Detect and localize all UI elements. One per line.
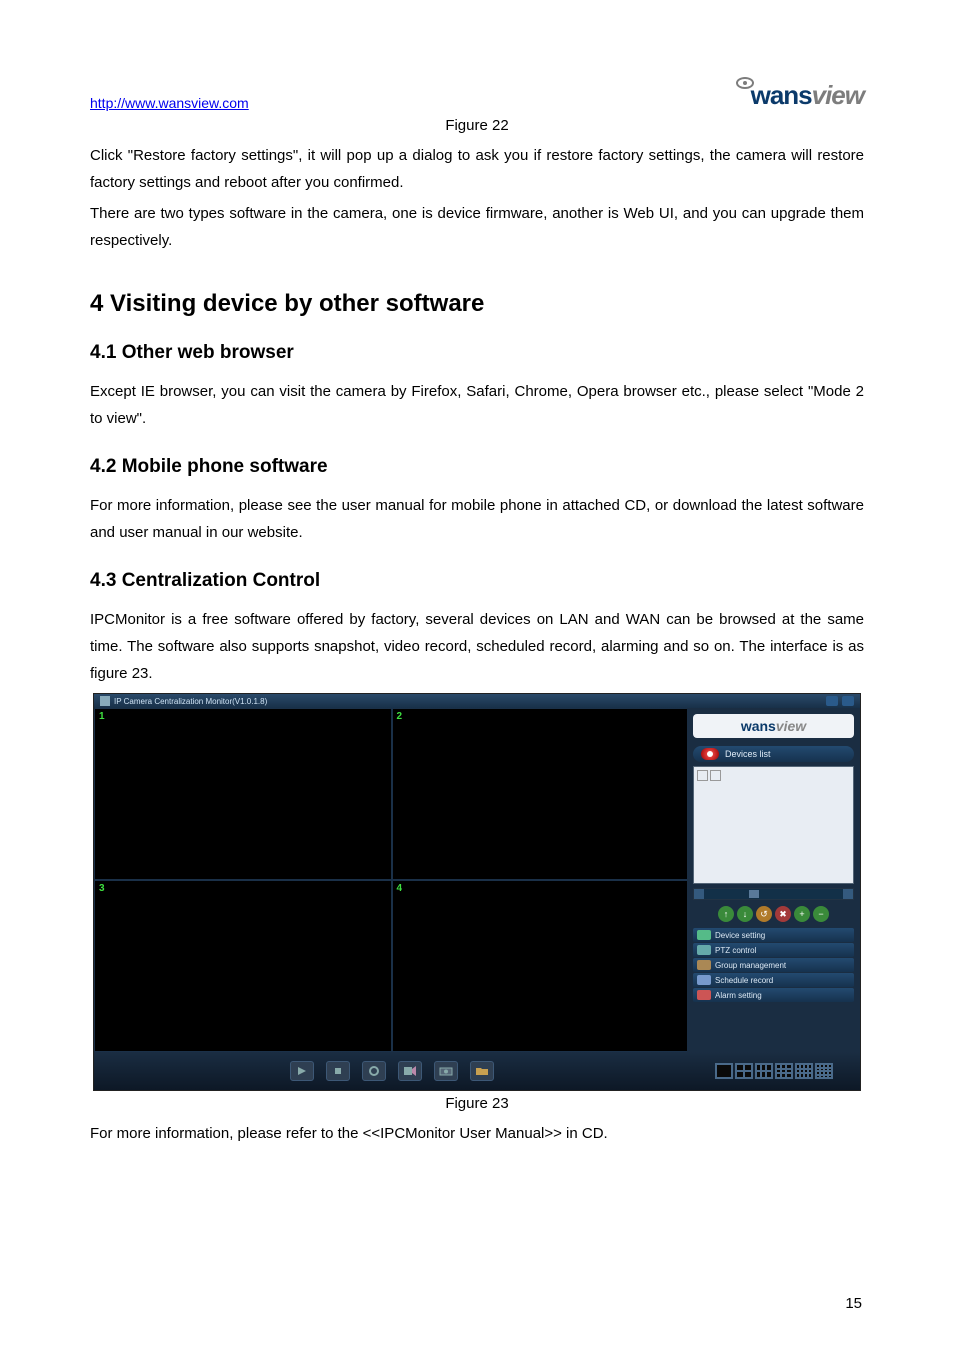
accordion-label: Device setting — [715, 931, 765, 940]
ptz-button-row: ↑↓↺✖+− — [693, 906, 854, 922]
bottom-toolbar — [94, 1052, 689, 1090]
accordion-ptz-control[interactable]: PTZ control — [693, 943, 854, 957]
video-cell-3[interactable]: 3 — [94, 880, 392, 1052]
accordion-label: PTZ control — [715, 946, 756, 955]
paragraph-restore: Click "Restore factory settings", it wil… — [90, 142, 864, 196]
figure-22-caption: Figure 22 — [90, 117, 864, 134]
accordion-icon — [697, 975, 711, 985]
accordion-icon — [697, 945, 711, 955]
eye-icon — [736, 77, 754, 89]
snapshot-icon[interactable] — [434, 1061, 458, 1081]
accordion-group-management[interactable]: Group management — [693, 958, 854, 972]
tree-node-icon — [697, 770, 708, 781]
accordion-icon — [697, 930, 711, 940]
section-4-3-heading: 4.3 Centralization Control — [90, 570, 864, 592]
video-grid: 1 2 3 4 — [94, 708, 689, 1052]
scroll-thumb[interactable] — [749, 890, 759, 898]
layout-4-button[interactable] — [735, 1063, 753, 1079]
section-4-heading: 4 Visiting device by other software — [90, 290, 864, 318]
scrollbar[interactable] — [693, 888, 854, 900]
app-title: IP Camera Centralization Monitor(V1.0.1.… — [114, 697, 267, 706]
sidebar-logo: wansview — [693, 714, 854, 738]
accordion-label: Schedule record — [715, 976, 773, 985]
camera-icon — [701, 748, 719, 760]
accordion-icon — [697, 960, 711, 970]
para-4-2: For more information, please see the use… — [90, 492, 864, 546]
scroll-left-icon[interactable] — [694, 889, 704, 899]
para-4-1: Except IE browser, you can visit the cam… — [90, 378, 864, 432]
brand-logo: wansview — [736, 80, 864, 111]
section-4-1-heading: 4.1 Other web browser — [90, 342, 864, 364]
layout-12-button[interactable] — [795, 1063, 813, 1079]
ptz-button-3[interactable]: ✖ — [775, 906, 791, 922]
figure-23-caption: Figure 23 — [90, 1095, 864, 1112]
video-cell-1[interactable]: 1 — [94, 708, 392, 880]
ptz-button-1[interactable]: ↓ — [737, 906, 753, 922]
record-icon[interactable] — [398, 1061, 422, 1081]
ptz-button-4[interactable]: + — [794, 906, 810, 922]
page-number: 15 — [845, 1295, 862, 1312]
close-button[interactable] — [842, 696, 854, 706]
accordion-label: Alarm setting — [715, 991, 762, 1000]
stop-icon[interactable] — [326, 1061, 350, 1081]
layout-6-button[interactable] — [755, 1063, 773, 1079]
accordion-label: Group management — [715, 961, 786, 970]
scroll-right-icon[interactable] — [843, 889, 853, 899]
settings-icon[interactable] — [362, 1061, 386, 1081]
tree-node-icon — [710, 770, 721, 781]
ipcmonitor-screenshot: IP Camera Centralization Monitor(V1.0.1.… — [93, 693, 861, 1091]
layout-1-button[interactable] — [715, 1063, 733, 1079]
video-cell-4[interactable]: 4 — [392, 880, 690, 1052]
accordion-icon — [697, 990, 711, 1000]
play-icon[interactable] — [290, 1061, 314, 1081]
layout-toolbar — [687, 1052, 860, 1090]
layout-16-button[interactable] — [815, 1063, 833, 1079]
accordion-schedule-record[interactable]: Schedule record — [693, 973, 854, 987]
app-titlebar: IP Camera Centralization Monitor(V1.0.1.… — [94, 694, 860, 708]
section-4-2-heading: 4.2 Mobile phone software — [90, 456, 864, 478]
header-link[interactable]: http://www.wansview.com — [90, 95, 249, 111]
ptz-button-0[interactable]: ↑ — [718, 906, 734, 922]
para-after-fig23: For more information, please refer to th… — [90, 1120, 864, 1147]
paragraph-firmware: There are two types software in the came… — [90, 200, 864, 254]
ptz-button-5[interactable]: − — [813, 906, 829, 922]
video-cell-2[interactable]: 2 — [392, 708, 690, 880]
app-sidebar: wansview Devices list ↑↓↺✖+− Device sett… — [687, 708, 860, 1052]
ptz-button-2[interactable]: ↺ — [756, 906, 772, 922]
accordion-device-setting[interactable]: Device setting — [693, 928, 854, 942]
devices-tree[interactable] — [693, 766, 854, 884]
para-4-3: IPCMonitor is a free software offered by… — [90, 606, 864, 687]
sidebar-accordion: Device setting PTZ control Group managemen… — [693, 928, 854, 1002]
layout-9-button[interactable] — [775, 1063, 793, 1079]
devices-list-header[interactable]: Devices list — [693, 746, 854, 762]
accordion-alarm-setting[interactable]: Alarm setting — [693, 988, 854, 1002]
minimize-button[interactable] — [826, 696, 838, 706]
folder-icon[interactable] — [470, 1061, 494, 1081]
app-icon — [100, 696, 110, 706]
